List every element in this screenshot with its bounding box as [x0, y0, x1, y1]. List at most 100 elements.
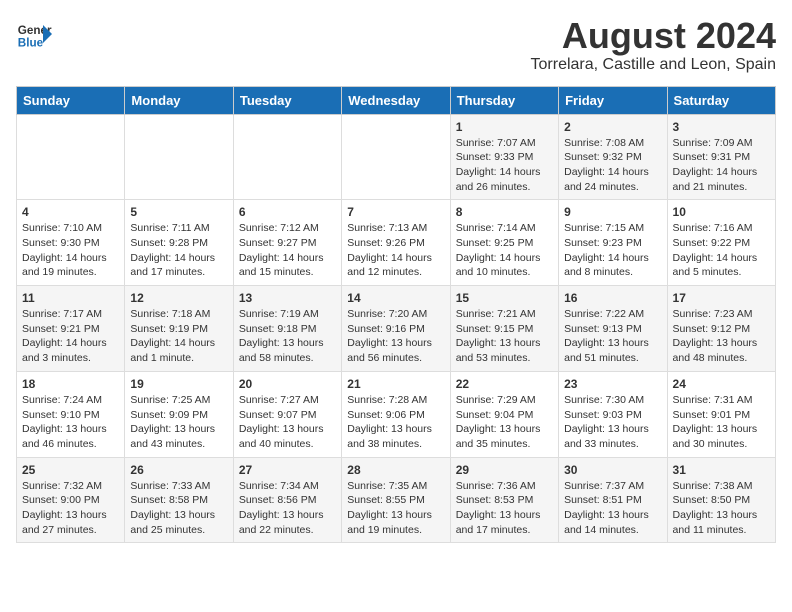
cell-content: Sunrise: 7:35 AM Sunset: 8:55 PM Dayligh… — [347, 479, 444, 538]
cell-content: Sunrise: 7:09 AM Sunset: 9:31 PM Dayligh… — [673, 136, 770, 195]
day-number: 20 — [239, 377, 336, 391]
day-number: 15 — [456, 291, 553, 305]
title-block: August 2024 Torrelara, Castille and Leon… — [531, 16, 776, 74]
col-header-monday: Monday — [125, 86, 233, 114]
cell-content: Sunrise: 7:17 AM Sunset: 9:21 PM Dayligh… — [22, 307, 119, 366]
day-number: 22 — [456, 377, 553, 391]
col-header-sunday: Sunday — [17, 86, 125, 114]
calendar-cell: 8 Sunrise: 7:14 AM Sunset: 9:25 PM Daylig… — [450, 200, 558, 286]
day-number: 26 — [130, 463, 227, 477]
cell-content: Sunrise: 7:38 AM Sunset: 8:50 PM Dayligh… — [673, 479, 770, 538]
calendar-table: SundayMondayTuesdayWednesdayThursdayFrid… — [16, 86, 776, 544]
col-header-tuesday: Tuesday — [233, 86, 341, 114]
day-number: 25 — [22, 463, 119, 477]
day-number: 30 — [564, 463, 661, 477]
cell-content: Sunrise: 7:08 AM Sunset: 9:32 PM Dayligh… — [564, 136, 661, 195]
calendar-cell: 13 Sunrise: 7:19 AM Sunset: 9:18 PM Dayli… — [233, 286, 341, 372]
day-number: 8 — [456, 205, 553, 219]
calendar-week-row: 1 Sunrise: 7:07 AM Sunset: 9:33 PM Daylig… — [17, 114, 776, 200]
cell-content: Sunrise: 7:34 AM Sunset: 8:56 PM Dayligh… — [239, 479, 336, 538]
day-number: 11 — [22, 291, 119, 305]
cell-content: Sunrise: 7:10 AM Sunset: 9:30 PM Dayligh… — [22, 221, 119, 280]
cell-content: Sunrise: 7:29 AM Sunset: 9:04 PM Dayligh… — [456, 393, 553, 452]
cell-content: Sunrise: 7:23 AM Sunset: 9:12 PM Dayligh… — [673, 307, 770, 366]
cell-content: Sunrise: 7:07 AM Sunset: 9:33 PM Dayligh… — [456, 136, 553, 195]
col-header-wednesday: Wednesday — [342, 86, 450, 114]
page-header: General Blue August 2024 Torrelara, Cast… — [16, 16, 776, 74]
calendar-week-row: 18Sunrise: 7:24 AM Sunset: 9:10 PM Dayli… — [17, 371, 776, 457]
calendar-cell: 4Sunrise: 7:10 AM Sunset: 9:30 PM Daylig… — [17, 200, 125, 286]
calendar-week-row: 4Sunrise: 7:10 AM Sunset: 9:30 PM Daylig… — [17, 200, 776, 286]
svg-text:Blue: Blue — [18, 37, 44, 50]
logo-icon: General Blue — [16, 16, 52, 52]
calendar-cell — [342, 114, 450, 200]
day-number: 24 — [673, 377, 770, 391]
cell-content: Sunrise: 7:16 AM Sunset: 9:22 PM Dayligh… — [673, 221, 770, 280]
cell-content: Sunrise: 7:37 AM Sunset: 8:51 PM Dayligh… — [564, 479, 661, 538]
cell-content: Sunrise: 7:14 AM Sunset: 9:25 PM Dayligh… — [456, 221, 553, 280]
calendar-cell: 26 Sunrise: 7:33 AM Sunset: 8:58 PM Dayli… — [125, 457, 233, 543]
cell-content: Sunrise: 7:20 AM Sunset: 9:16 PM Dayligh… — [347, 307, 444, 366]
calendar-cell: 22 Sunrise: 7:29 AM Sunset: 9:04 PM Dayli… — [450, 371, 558, 457]
calendar-cell: 11 Sunrise: 7:17 AM Sunset: 9:21 PM Dayli… — [17, 286, 125, 372]
calendar-cell: 29Sunrise: 7:36 AM Sunset: 8:53 PM Dayli… — [450, 457, 558, 543]
calendar-cell: 12 Sunrise: 7:18 AM Sunset: 9:19 PM Dayli… — [125, 286, 233, 372]
day-number: 13 — [239, 291, 336, 305]
calendar-cell: 10Sunrise: 7:16 AM Sunset: 9:22 PM Dayli… — [667, 200, 775, 286]
cell-content: Sunrise: 7:27 AM Sunset: 9:07 PM Dayligh… — [239, 393, 336, 452]
cell-content: Sunrise: 7:31 AM Sunset: 9:01 PM Dayligh… — [673, 393, 770, 452]
cell-content: Sunrise: 7:12 AM Sunset: 9:27 PM Dayligh… — [239, 221, 336, 280]
day-number: 14 — [347, 291, 444, 305]
calendar-cell: 19Sunrise: 7:25 AM Sunset: 9:09 PM Dayli… — [125, 371, 233, 457]
calendar-cell: 15 Sunrise: 7:21 AM Sunset: 9:15 PM Dayli… — [450, 286, 558, 372]
calendar-week-row: 25 Sunrise: 7:32 AM Sunset: 9:00 PM Dayli… — [17, 457, 776, 543]
calendar-cell: 27 Sunrise: 7:34 AM Sunset: 8:56 PM Dayli… — [233, 457, 341, 543]
calendar-cell: 18Sunrise: 7:24 AM Sunset: 9:10 PM Dayli… — [17, 371, 125, 457]
cell-content: Sunrise: 7:22 AM Sunset: 9:13 PM Dayligh… — [564, 307, 661, 366]
day-number: 19 — [130, 377, 227, 391]
day-number: 7 — [347, 205, 444, 219]
day-number: 31 — [673, 463, 770, 477]
cell-content: Sunrise: 7:30 AM Sunset: 9:03 PM Dayligh… — [564, 393, 661, 452]
calendar-cell: 23 Sunrise: 7:30 AM Sunset: 9:03 PM Dayli… — [559, 371, 667, 457]
cell-content: Sunrise: 7:15 AM Sunset: 9:23 PM Dayligh… — [564, 221, 661, 280]
calendar-cell — [233, 114, 341, 200]
calendar-cell: 31 Sunrise: 7:38 AM Sunset: 8:50 PM Dayli… — [667, 457, 775, 543]
cell-content: Sunrise: 7:18 AM Sunset: 9:19 PM Dayligh… — [130, 307, 227, 366]
cell-content: Sunrise: 7:21 AM Sunset: 9:15 PM Dayligh… — [456, 307, 553, 366]
calendar-cell: 1 Sunrise: 7:07 AM Sunset: 9:33 PM Daylig… — [450, 114, 558, 200]
calendar-cell: 25 Sunrise: 7:32 AM Sunset: 9:00 PM Dayli… — [17, 457, 125, 543]
calendar-cell: 5Sunrise: 7:11 AM Sunset: 9:28 PM Daylig… — [125, 200, 233, 286]
calendar-week-row: 11 Sunrise: 7:17 AM Sunset: 9:21 PM Dayli… — [17, 286, 776, 372]
calendar-cell: 20 Sunrise: 7:27 AM Sunset: 9:07 PM Dayli… — [233, 371, 341, 457]
cell-content: Sunrise: 7:19 AM Sunset: 9:18 PM Dayligh… — [239, 307, 336, 366]
cell-content: Sunrise: 7:32 AM Sunset: 9:00 PM Dayligh… — [22, 479, 119, 538]
cell-content: Sunrise: 7:33 AM Sunset: 8:58 PM Dayligh… — [130, 479, 227, 538]
day-number: 27 — [239, 463, 336, 477]
page-title: August 2024 — [531, 16, 776, 56]
calendar-cell: 24 Sunrise: 7:31 AM Sunset: 9:01 PM Dayli… — [667, 371, 775, 457]
page-subtitle: Torrelara, Castille and Leon, Spain — [531, 56, 776, 74]
day-number: 21 — [347, 377, 444, 391]
cell-content: Sunrise: 7:13 AM Sunset: 9:26 PM Dayligh… — [347, 221, 444, 280]
calendar-header-row: SundayMondayTuesdayWednesdayThursdayFrid… — [17, 86, 776, 114]
cell-content: Sunrise: 7:28 AM Sunset: 9:06 PM Dayligh… — [347, 393, 444, 452]
day-number: 18 — [22, 377, 119, 391]
day-number: 1 — [456, 120, 553, 134]
day-number: 16 — [564, 291, 661, 305]
day-number: 28 — [347, 463, 444, 477]
day-number: 23 — [564, 377, 661, 391]
day-number: 9 — [564, 205, 661, 219]
calendar-cell: 6 Sunrise: 7:12 AM Sunset: 9:27 PM Daylig… — [233, 200, 341, 286]
calendar-cell: 9 Sunrise: 7:15 AM Sunset: 9:23 PM Daylig… — [559, 200, 667, 286]
day-number: 2 — [564, 120, 661, 134]
day-number: 12 — [130, 291, 227, 305]
day-number: 6 — [239, 205, 336, 219]
cell-content: Sunrise: 7:11 AM Sunset: 9:28 PM Dayligh… — [130, 221, 227, 280]
day-number: 17 — [673, 291, 770, 305]
calendar-cell: 16 Sunrise: 7:22 AM Sunset: 9:13 PM Dayli… — [559, 286, 667, 372]
calendar-cell: 21 Sunrise: 7:28 AM Sunset: 9:06 PM Dayli… — [342, 371, 450, 457]
calendar-cell: 3Sunrise: 7:09 AM Sunset: 9:31 PM Daylig… — [667, 114, 775, 200]
calendar-cell: 17 Sunrise: 7:23 AM Sunset: 9:12 PM Dayli… — [667, 286, 775, 372]
calendar-cell — [17, 114, 125, 200]
